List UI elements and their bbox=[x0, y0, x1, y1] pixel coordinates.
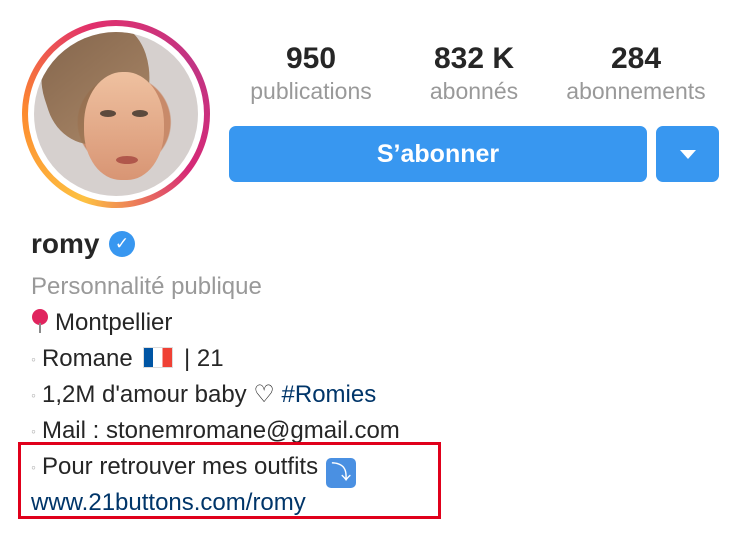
caret-down-icon bbox=[679, 149, 696, 159]
bio-line-tagline: ◦ 1,2M d'amour baby ♡ #Romies bbox=[31, 380, 376, 410]
follow-button[interactable]: S’abonner bbox=[229, 126, 647, 182]
stat-following[interactable]: 284 abonnements bbox=[552, 42, 720, 106]
bio-name: Romane bbox=[41, 345, 133, 372]
round-pushpin-icon bbox=[31, 309, 49, 333]
bullet-icon: ◦ bbox=[31, 423, 36, 439]
bio-line-name: ◦ Romane | 21 bbox=[31, 344, 224, 374]
stat-publications[interactable]: 950 publications bbox=[236, 42, 386, 106]
avatar-frame bbox=[28, 26, 204, 202]
verified-badge-icon: ✓ bbox=[109, 231, 135, 257]
avatar-lips bbox=[116, 156, 138, 164]
stat-following-count: 284 bbox=[610, 42, 662, 75]
bio-mail: Mail : stonemromane@gmail.com bbox=[41, 417, 400, 444]
stat-following-label: abonnements bbox=[566, 78, 706, 104]
avatar[interactable] bbox=[34, 32, 198, 196]
stat-publications-count: 950 bbox=[285, 42, 337, 75]
suggestions-dropdown-button[interactable] bbox=[656, 126, 719, 182]
bio-location: Montpellier bbox=[31, 308, 172, 338]
bio-location-text: Montpellier bbox=[55, 309, 173, 336]
story-ring[interactable] bbox=[22, 20, 210, 208]
bio-tagline: 1,2M d'amour baby ♡ bbox=[41, 381, 275, 408]
france-flag-icon bbox=[143, 347, 174, 368]
stat-followers-count: 832 K bbox=[433, 42, 515, 75]
avatar-eye bbox=[132, 110, 148, 117]
profile-category: Personnalité publique bbox=[31, 273, 262, 300]
stat-followers[interactable]: 832 K abonnés bbox=[410, 42, 538, 106]
bullet-icon: ◦ bbox=[31, 351, 36, 367]
stat-followers-label: abonnés bbox=[429, 78, 519, 104]
bio-age: | 21 bbox=[184, 345, 224, 372]
bullet-icon: ◦ bbox=[31, 387, 36, 403]
profile-username: romy bbox=[31, 228, 100, 259]
stat-publications-label: publications bbox=[250, 78, 372, 104]
highlight-box bbox=[18, 442, 441, 519]
hashtag-link[interactable]: #Romies bbox=[282, 381, 377, 408]
avatar-eye bbox=[100, 110, 116, 117]
